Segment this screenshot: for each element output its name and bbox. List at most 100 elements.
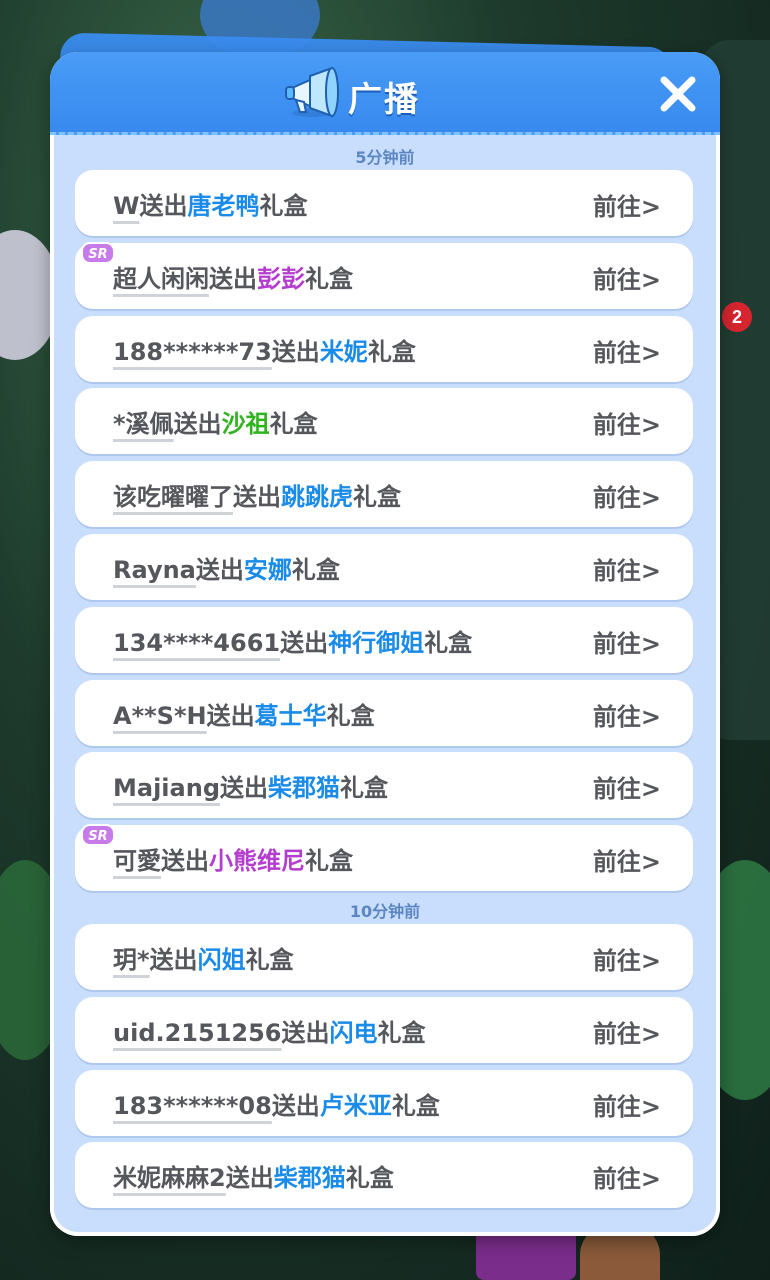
- sr-badge-text: SR: [88, 247, 107, 262]
- user-name: 米妮麻麻2: [113, 1164, 226, 1193]
- close-icon[interactable]: [654, 70, 702, 118]
- broadcast-message: 米妮麻麻2送出柴郡猫礼盒: [113, 1158, 394, 1193]
- gift-suffix: 礼盒: [305, 847, 353, 876]
- action-text: 送出: [271, 337, 320, 366]
- broadcast-message: *溪佩送出沙祖礼盒: [113, 404, 318, 439]
- gift-name: 神行御姐: [328, 628, 425, 657]
- gift-name: 彭彭: [257, 264, 305, 293]
- broadcast-row[interactable]: 可愛送出小熊维尼礼盒 前往> SR: [75, 824, 693, 892]
- broadcast-list: 5分钟前 W送出唐老鸭礼盒 前往> 超人闲闲送出彭彭礼盒 前往> SR 188******7…: [50, 132, 720, 1236]
- broadcast-message: W送出唐老鸭礼盒: [113, 186, 307, 221]
- go-button[interactable]: 前往>: [593, 1159, 661, 1194]
- broadcast-message: uid.2151256送出闪电礼盒: [113, 1013, 426, 1048]
- action-text: 送出: [173, 410, 222, 439]
- user-name: *溪佩: [113, 410, 174, 439]
- action-text: 送出: [233, 483, 281, 512]
- go-button[interactable]: 前往>: [593, 1087, 661, 1122]
- go-button[interactable]: 前往>: [593, 769, 661, 804]
- gift-name: 卢米亚: [319, 1091, 392, 1120]
- broadcast-message: Majiang送出柴郡猫礼盒: [113, 768, 388, 803]
- gift-name: 跳跳虎: [281, 483, 353, 512]
- megaphone-icon: [285, 66, 339, 118]
- action-text: 送出: [139, 192, 188, 220]
- user-name: 该吃曜曜了: [113, 483, 233, 512]
- go-button[interactable]: 前往>: [593, 333, 661, 368]
- broadcast-message: 183******08送出卢米亚礼盒: [113, 1086, 440, 1121]
- broadcast-row[interactable]: 该吃曜曜了送出跳跳虎礼盒 前往>: [75, 461, 693, 528]
- gift-suffix: 礼盒: [326, 701, 375, 730]
- go-button[interactable]: 前往>: [593, 624, 661, 659]
- go-button[interactable]: 前往>: [593, 551, 661, 586]
- go-button[interactable]: 前往>: [593, 941, 661, 976]
- action-text: 送出: [220, 774, 268, 803]
- gift-name: 唐老鸭: [187, 192, 260, 220]
- gift-name: 小熊维尼: [209, 847, 305, 876]
- sr-badge-icon: SR: [81, 824, 115, 847]
- broadcast-row[interactable]: A**S*H送出葛士华礼盒 前往>: [75, 679, 693, 746]
- gift-name: 柴郡猫: [268, 774, 340, 803]
- dialog-title: 广播: [348, 80, 420, 120]
- broadcast-row[interactable]: *溪佩送出沙祖礼盒 前往>: [75, 388, 693, 455]
- broadcast-message: 188******73送出米妮礼盒: [113, 332, 416, 367]
- action-text: 送出: [280, 628, 329, 657]
- broadcast-row[interactable]: 玥*送出闪姐礼盒 前往>: [75, 924, 693, 990]
- gift-suffix: 礼盒: [340, 774, 388, 803]
- action-text: 送出: [195, 556, 244, 584]
- user-name: 超人闲闲: [113, 264, 209, 293]
- gift-suffix: 礼盒: [259, 192, 308, 220]
- notification-badge: 2: [722, 302, 752, 332]
- broadcast-message: Rayna送出安娜礼盒: [113, 550, 340, 585]
- action-text: 送出: [281, 1018, 330, 1047]
- sr-badge-text: SR: [88, 829, 107, 844]
- broadcast-message: 134****4661送出神行御姐礼盒: [113, 623, 472, 658]
- broadcast-dialog: 广播 5分钟前 W送出唐老鸭礼盒 前往> 超人闲闲送出彭彭礼盒 前往> SR 188****…: [50, 52, 720, 1236]
- broadcast-row[interactable]: 米妮麻麻2送出柴郡猫礼盒 前往>: [75, 1142, 693, 1209]
- user-name: Majiang: [113, 774, 220, 803]
- gift-suffix: 礼盒: [424, 628, 473, 657]
- broadcast-message: 该吃曜曜了送出跳跳虎礼盒: [113, 477, 401, 512]
- user-name: 134****4661: [113, 628, 281, 657]
- broadcast-row[interactable]: uid.2151256送出闪电礼盒 前往>: [75, 996, 693, 1063]
- gift-suffix: 礼盒: [305, 264, 353, 293]
- gift-suffix: 礼盒: [353, 483, 401, 512]
- user-name: 183******08: [113, 1091, 272, 1120]
- gift-name: 沙祖: [221, 410, 270, 439]
- gift-suffix: 礼盒: [345, 1164, 394, 1193]
- gift-name: 葛士华: [254, 701, 327, 730]
- user-name: W: [113, 192, 140, 220]
- gift-suffix: 礼盒: [377, 1018, 426, 1047]
- user-name: 玥*: [113, 946, 150, 974]
- broadcast-message: 超人闲闲送出彭彭礼盒: [113, 259, 353, 294]
- gift-suffix: 礼盒: [391, 1091, 440, 1120]
- go-button[interactable]: 前往>: [593, 478, 661, 513]
- broadcast-message: 玥*送出闪姐礼盒: [113, 940, 294, 975]
- broadcast-message: 可愛送出小熊维尼礼盒: [113, 841, 353, 876]
- broadcast-row[interactable]: 188******73送出米妮礼盒 前往>: [75, 315, 693, 382]
- gift-suffix: 礼盒: [269, 410, 318, 439]
- gift-name: 安娜: [243, 556, 292, 584]
- gift-suffix: 礼盒: [291, 556, 340, 584]
- gift-name: 米妮: [319, 337, 368, 366]
- gift-name: 闪电: [329, 1018, 378, 1047]
- broadcast-row[interactable]: 134****4661送出神行御姐礼盒 前往>: [75, 606, 693, 673]
- user-name: A**S*H: [113, 701, 207, 730]
- broadcast-row[interactable]: 183******08送出卢米亚礼盒 前往>: [75, 1069, 693, 1136]
- go-button[interactable]: 前往>: [593, 187, 661, 222]
- time-label: 5分钟前: [355, 148, 415, 167]
- broadcast-message: A**S*H送出葛士华礼盒: [113, 696, 375, 731]
- user-name: 可愛: [113, 847, 161, 876]
- broadcast-row[interactable]: 超人闲闲送出彭彭礼盒 前往> SR: [75, 241, 693, 309]
- dialog-header: 广播: [50, 52, 720, 135]
- action-text: 送出: [149, 946, 198, 974]
- go-button[interactable]: 前往>: [593, 405, 661, 440]
- go-button[interactable]: 前往>: [593, 260, 661, 295]
- broadcast-row[interactable]: W送出唐老鸭礼盒 前往>: [75, 170, 693, 236]
- go-button[interactable]: 前往>: [593, 842, 661, 877]
- go-button[interactable]: 前往>: [593, 1014, 661, 1049]
- action-text: 送出: [271, 1091, 320, 1120]
- sr-badge-icon: SR: [81, 241, 115, 264]
- gift-name: 柴郡猫: [273, 1164, 346, 1193]
- go-button[interactable]: 前往>: [593, 697, 661, 732]
- broadcast-row[interactable]: Majiang送出柴郡猫礼盒 前往>: [75, 752, 693, 819]
- broadcast-row[interactable]: Rayna送出安娜礼盒 前往>: [75, 534, 693, 600]
